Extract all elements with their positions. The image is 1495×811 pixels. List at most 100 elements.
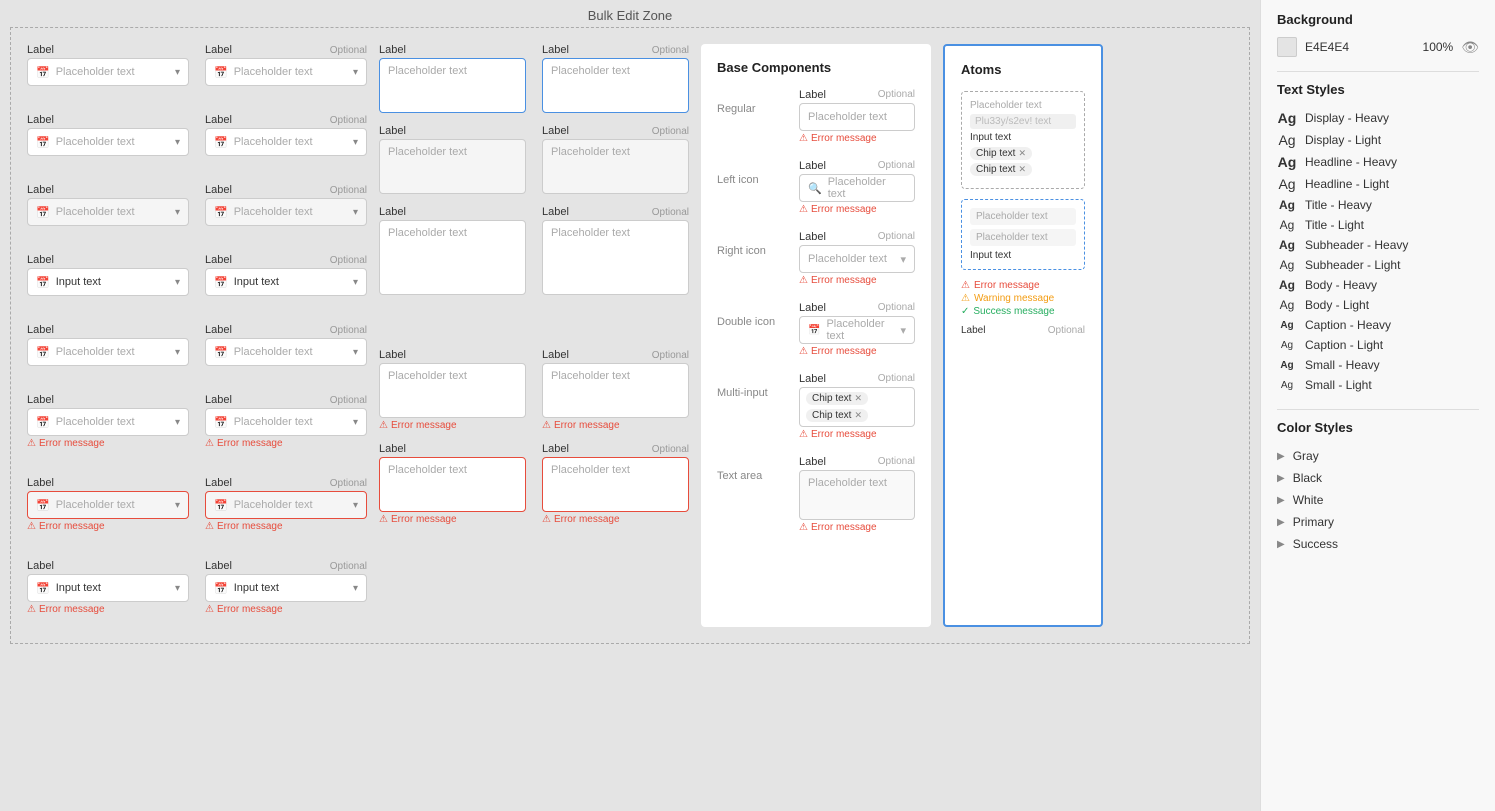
field-input[interactable]: 📅 Input text ▾ [27, 268, 189, 296]
field-input[interactable]: 📅 Placeholder text ▾ [27, 408, 189, 436]
optional-label: Optional [652, 45, 689, 56]
chevron-right-icon: ▶ [1277, 451, 1285, 462]
error-text: Error message [974, 280, 1040, 291]
background-color-swatch[interactable] [1277, 37, 1297, 57]
calendar-icon: 📅 [36, 276, 50, 289]
style-item-display-light[interactable]: Ag Display - Light [1277, 129, 1479, 151]
style-item-subheader-heavy[interactable]: Ag Subheader - Heavy [1277, 235, 1479, 255]
comp-input-double-icon[interactable]: 📅 Placeholder text ▾ [799, 316, 915, 344]
component-type-multi-input: Multi-input [717, 373, 789, 399]
comp-textarea[interactable]: Placeholder text [799, 470, 915, 520]
style-ag-icon: Ag [1277, 154, 1297, 170]
comp-input-regular[interactable]: Placeholder text [799, 103, 915, 131]
chip-item[interactable]: Chip text ✕ [806, 409, 868, 422]
component-type-regular: Regular [717, 89, 789, 115]
field-input-ghost[interactable]: 📅 Placeholder text ▾ [27, 198, 189, 226]
calendar-icon: 📅 [214, 66, 228, 79]
field-input[interactable]: 📅 Placeholder text ▾ [27, 128, 189, 156]
field-input[interactable]: 📅 Input text ▾ [27, 574, 189, 602]
calendar-icon: 📅 [808, 325, 820, 336]
background-opacity: 100% [1423, 40, 1454, 54]
field-input[interactable]: 📅 Input text ▾ [205, 268, 367, 296]
textarea-input[interactable]: Placeholder text [379, 220, 526, 295]
textarea-input-error[interactable]: Placeholder text [379, 457, 526, 512]
color-item-primary[interactable]: ▶ Primary [1277, 511, 1479, 533]
field-input[interactable]: 📅 Placeholder text ▾ [27, 338, 189, 366]
color-item-success[interactable]: ▶ Success [1277, 533, 1479, 555]
textarea-input[interactable]: Placeholder text [379, 363, 526, 418]
chip-item[interactable]: Chip text ✕ [806, 392, 868, 405]
chevron-down-icon: ▾ [353, 277, 358, 288]
style-item-body-light[interactable]: Ag Body - Light [1277, 295, 1479, 315]
style-item-title-heavy[interactable]: Ag Title - Heavy [1277, 195, 1479, 215]
chip-item[interactable]: Chip text ✕ [970, 163, 1032, 176]
calendar-icon: 📅 [214, 136, 228, 149]
field-input[interactable]: 📅 Placeholder text ▾ [205, 408, 367, 436]
textarea-input-focused[interactable]: Placeholder text [542, 58, 689, 113]
field-input[interactable]: 📅 Placeholder text ▾ [205, 58, 367, 86]
form-col-right: Label Optional 📅 Input text ▾ ⚠ Error me… [205, 560, 367, 627]
comp-input-right-icon[interactable]: Placeholder text ▾ [799, 245, 915, 273]
error-icon: ⚠ [799, 346, 808, 357]
field-label: Label [205, 394, 232, 406]
field-label: Label [379, 349, 406, 361]
style-item-body-heavy[interactable]: Ag Body - Heavy [1277, 275, 1479, 295]
comp-input-left-icon[interactable]: 🔍 Placeholder text [799, 174, 915, 202]
optional-label: Optional [330, 561, 367, 572]
style-item-small-light[interactable]: Ag Small - Light [1277, 375, 1479, 395]
style-item-title-light[interactable]: Ag Title - Light [1277, 215, 1479, 235]
textarea-input[interactable]: Placeholder text [542, 220, 689, 295]
style-label: Display - Heavy [1305, 111, 1389, 125]
textarea-input-ghost[interactable]: Placeholder text [542, 139, 689, 194]
chip-item[interactable]: Chip text ✕ [970, 147, 1032, 160]
chip-remove-icon[interactable]: ✕ [854, 393, 862, 404]
field-input-error[interactable]: 📅 Placeholder text ▾ [205, 491, 367, 519]
field-label: Label [27, 394, 54, 406]
color-item-white[interactable]: ▶ White [1277, 489, 1479, 511]
field-label: Label [205, 44, 232, 56]
color-item-gray[interactable]: ▶ Gray [1277, 445, 1479, 467]
chip-remove-icon[interactable]: ✕ [1018, 164, 1026, 175]
style-ag-icon: Ag [1277, 320, 1297, 331]
error-text: Error message [554, 514, 620, 525]
warning-icon: ⚠ [961, 293, 970, 304]
field-input[interactable]: 📅 Placeholder text ▾ [27, 58, 189, 86]
error-message: ⚠ Error message [27, 438, 189, 449]
style-item-caption-heavy[interactable]: Ag Caption - Heavy [1277, 315, 1479, 335]
comp-placeholder: Placeholder text [808, 253, 887, 265]
mid-pair-1: Label Placeholder text Label Optional Pl… [379, 44, 689, 113]
chip-container[interactable]: Chip text ✕ Chip text ✕ [799, 387, 915, 427]
style-item-subheader-light[interactable]: Ag Subheader - Light [1277, 255, 1479, 275]
field-group: Label 📅 Placeholder text ▾ [27, 184, 189, 226]
field-group: Label Optional 📅 Placeholder text ▾ [205, 44, 367, 86]
error-message: ⚠ Error message [205, 438, 367, 449]
chevron-right-icon: ▶ [1277, 473, 1285, 484]
textarea-input-error[interactable]: Placeholder text [542, 457, 689, 512]
textarea-input[interactable]: Placeholder text [542, 363, 689, 418]
component-row-regular: Regular Label Optional Placeholder text … [717, 89, 915, 144]
textarea-input-ghost[interactable]: Placeholder text [379, 139, 526, 194]
calendar-icon: 📅 [214, 582, 228, 595]
style-item-headline-light[interactable]: Ag Headline - Light [1277, 173, 1479, 195]
style-item-headline-heavy[interactable]: Ag Headline - Heavy [1277, 151, 1479, 173]
textarea-input-focused[interactable]: Placeholder text [379, 58, 526, 113]
style-item-small-heavy[interactable]: Ag Small - Heavy [1277, 355, 1479, 375]
visibility-icon[interactable]: 👁 [1461, 39, 1479, 56]
comp-placeholder: Placeholder text [826, 318, 894, 342]
error-icon: ⚠ [542, 514, 551, 525]
calendar-icon: 📅 [36, 499, 50, 512]
field-input-ghost[interactable]: 📅 Placeholder text ▾ [205, 198, 367, 226]
textarea-placeholder: Placeholder text [388, 464, 467, 476]
field-input[interactable]: 📅 Placeholder text ▾ [205, 338, 367, 366]
search-icon: 🔍 [808, 182, 822, 195]
color-item-black[interactable]: ▶ Black [1277, 467, 1479, 489]
field-input-error[interactable]: 📅 Placeholder text ▾ [27, 491, 189, 519]
calendar-icon: 📅 [214, 416, 228, 429]
style-item-display-heavy[interactable]: Ag Display - Heavy [1277, 107, 1479, 129]
chip-remove-icon[interactable]: ✕ [1018, 148, 1026, 159]
chip-text: Chip text [812, 393, 851, 404]
field-input[interactable]: 📅 Placeholder text ▾ [205, 128, 367, 156]
chip-remove-icon[interactable]: ✕ [854, 410, 862, 421]
style-item-caption-light[interactable]: Ag Caption - Light [1277, 335, 1479, 355]
field-input[interactable]: 📅 Input text ▾ [205, 574, 367, 602]
